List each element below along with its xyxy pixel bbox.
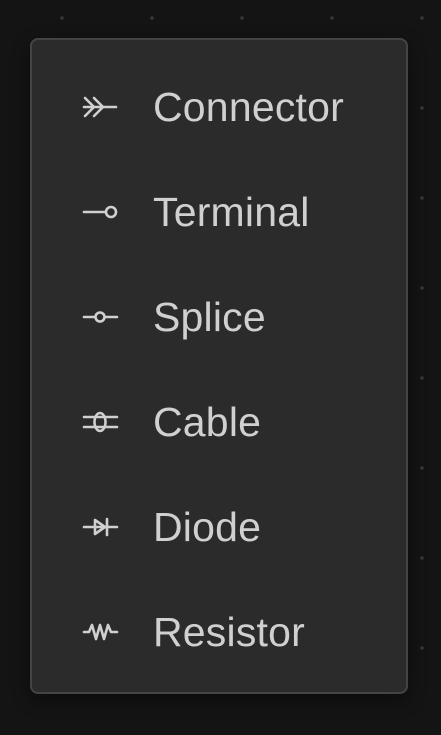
terminal-icon bbox=[81, 200, 121, 224]
splice-icon bbox=[81, 305, 121, 329]
connector-icon bbox=[81, 95, 121, 119]
menu-item-label: Splice bbox=[153, 294, 266, 340]
menu-item-connector[interactable]: Connector bbox=[32, 56, 406, 161]
menu-item-label: Resistor bbox=[153, 609, 305, 655]
diode-icon bbox=[81, 515, 121, 539]
menu-item-splice[interactable]: Splice bbox=[32, 266, 406, 371]
menu-item-label: Diode bbox=[153, 504, 262, 550]
menu-item-resistor[interactable]: Resistor bbox=[32, 581, 406, 686]
resistor-icon bbox=[81, 620, 121, 644]
cable-icon bbox=[81, 410, 121, 434]
component-menu: Connector Terminal Splice Cable Diode Re… bbox=[30, 38, 408, 694]
menu-item-label: Connector bbox=[153, 84, 344, 130]
menu-item-label: Cable bbox=[153, 399, 262, 445]
menu-item-diode[interactable]: Diode bbox=[32, 476, 406, 581]
menu-item-cable[interactable]: Cable bbox=[32, 371, 406, 476]
menu-item-label: Terminal bbox=[153, 189, 310, 235]
menu-item-terminal[interactable]: Terminal bbox=[32, 161, 406, 266]
